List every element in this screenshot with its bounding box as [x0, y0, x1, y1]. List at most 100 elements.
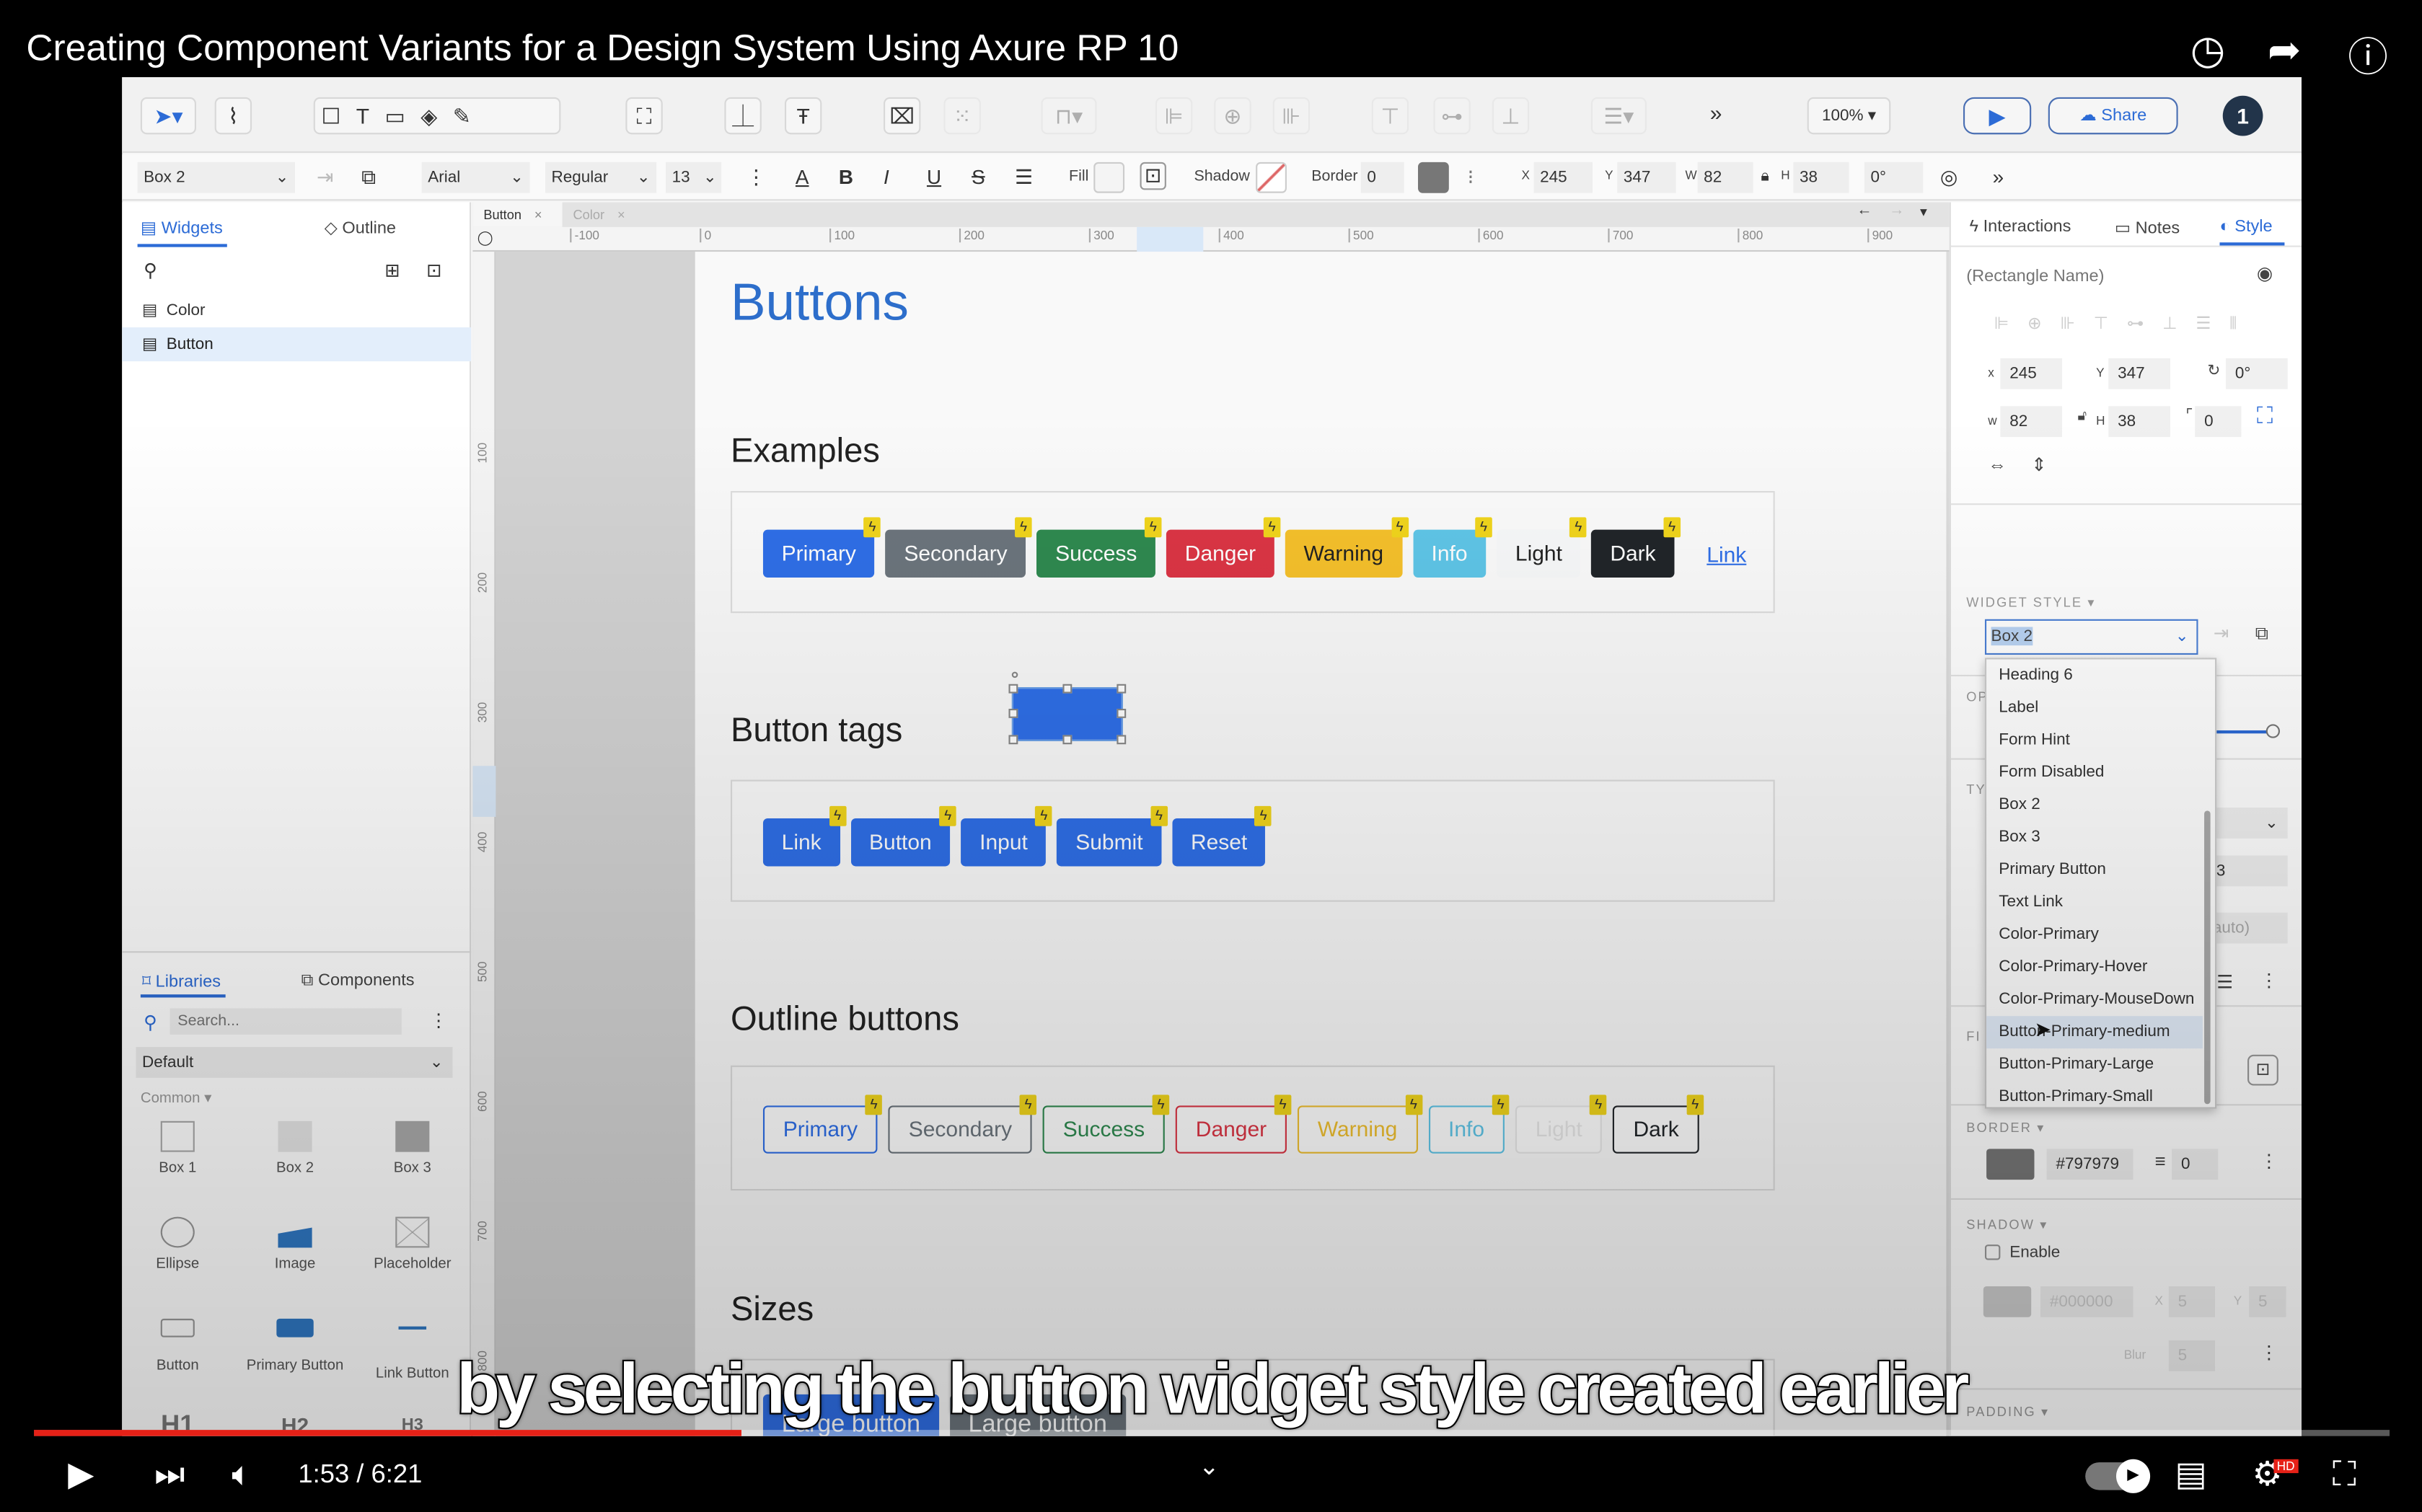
example-button-danger[interactable]: Danger ϟ — [1166, 517, 1281, 578]
example-button-warning[interactable]: Warning ϟ — [1285, 517, 1409, 578]
fit-to-content-icon[interactable]: ⛶ — [2257, 403, 2273, 429]
outline-button-secondary[interactable]: Secondary ϟ — [888, 1095, 1037, 1154]
resize-handle[interactable] — [1062, 684, 1073, 694]
example-button-light[interactable]: Light ϟ — [1497, 517, 1587, 578]
outline-button-danger[interactable]: Danger ϟ — [1175, 1095, 1292, 1154]
distribute-icon[interactable]: ☰▾ — [1590, 97, 1647, 135]
h-field[interactable]: 38 — [2108, 406, 2170, 438]
example-button-dark[interactable]: Dark ϟ — [1591, 517, 1681, 578]
tag-button-input[interactable]: Input ϟ — [961, 805, 1053, 867]
dropdown-option[interactable]: Button-Primary-medium — [1986, 1016, 2203, 1049]
align-middle-icon[interactable]: ⊶ — [1433, 97, 1471, 135]
underline-icon[interactable]: U — [927, 162, 941, 193]
example-button-secondary[interactable]: Secondary ϟ — [885, 517, 1032, 578]
close-tab-icon[interactable]: × — [534, 207, 542, 222]
user-avatar[interactable]: 1 — [2222, 95, 2263, 136]
align-bottom2-icon[interactable]: ⊥ — [1492, 97, 1530, 135]
y-field[interactable]: 347 — [1617, 162, 1676, 193]
widget-name-input[interactable] — [1966, 262, 2229, 291]
align-left-icon[interactable]: ⊫ — [1155, 97, 1193, 135]
library-select[interactable]: Default ⌄ — [136, 1047, 453, 1078]
tab-style[interactable]: ◐ Style — [2219, 218, 2272, 236]
tab-list-dropdown-icon[interactable]: ▾ — [1920, 204, 1927, 221]
tag-button-submit[interactable]: Submit ϟ — [1057, 805, 1168, 867]
fill-image-icon[interactable]: ⊡ — [1140, 162, 1166, 190]
rotation-field[interactable]: 0° — [1864, 162, 1924, 193]
resize-handle[interactable] — [1117, 735, 1127, 745]
widget-library-item[interactable]: Placeholder — [353, 1216, 471, 1273]
widget-library-item[interactable]: Ellipse — [122, 1216, 236, 1273]
shadow-color-swatch[interactable] — [1983, 1286, 2032, 1317]
more-format-button[interactable]: » — [1993, 162, 2004, 193]
unlock-aspect-icon[interactable]: 🔓︎ — [2077, 407, 2087, 425]
lock-aspect-icon[interactable]: 🔒︎ — [1761, 162, 1769, 193]
autoplay-toggle[interactable]: ▶ — [2085, 1459, 2151, 1493]
rotation-field[interactable]: 0° — [2226, 358, 2288, 389]
alignment-icons[interactable]: ⊫⊕⊪⊤⊶⊥☰⫴ — [1994, 314, 2255, 335]
style-manager-icon[interactable]: ⧉ — [2255, 622, 2268, 645]
border-width-field[interactable]: 0 — [1360, 162, 1404, 193]
align-right-icon[interactable]: ⊪ — [1272, 97, 1311, 135]
x-field[interactable]: 245 — [1533, 162, 1593, 193]
style-manager-icon[interactable]: ⧉ — [361, 162, 376, 193]
font-color-icon[interactable]: A — [796, 162, 809, 193]
select-tool-icon[interactable]: ➤▾ — [140, 97, 196, 135]
outline-button-primary[interactable]: Primary ϟ — [762, 1095, 883, 1154]
rectangle-icon[interactable]: ☐ — [321, 103, 356, 128]
connector-tool-icon[interactable]: ⌇ — [214, 97, 252, 135]
captions-icon[interactable]: ▤ — [2175, 1454, 2207, 1495]
tag-button-button[interactable]: Button ϟ — [850, 805, 957, 867]
arrange-icon[interactable]: ⊓▾ — [1041, 97, 1097, 135]
font-family-select[interactable]: Arial ⌄ — [421, 162, 530, 193]
example-button-primary[interactable]: Primary ϟ — [762, 517, 881, 578]
resize-handle[interactable] — [1117, 684, 1127, 694]
x-field[interactable]: 245 — [2000, 358, 2063, 389]
layers-icon[interactable]: ◈ — [420, 103, 453, 128]
shadow-color-swatch[interactable] — [1256, 162, 1287, 193]
outline-button-success[interactable]: Success ϟ — [1042, 1095, 1170, 1154]
dropdown-option[interactable]: Button-Primary-Large — [1986, 1048, 2203, 1081]
text-icon[interactable]: T — [356, 103, 385, 128]
strikethrough-icon[interactable]: S — [972, 162, 985, 193]
widget-library-item[interactable]: Image — [237, 1216, 354, 1273]
group-common-toggle[interactable]: Common ▾ — [141, 1090, 211, 1108]
dropdown-option[interactable]: Color-Primary-MouseDown — [1986, 983, 2203, 1016]
exit-fullscreen-icon[interactable]: ⛶ — [2333, 1454, 2356, 1495]
selected-rectangle-widget[interactable] — [1008, 671, 1127, 745]
link-button[interactable]: Link — [1707, 541, 1746, 566]
bold-icon[interactable]: B — [839, 162, 853, 193]
zoom-select[interactable]: 100% ▾ — [1807, 97, 1891, 135]
align-top-icon[interactable]: ⊤ — [1371, 97, 1409, 135]
dropdown-option[interactable]: Heading 6 — [1986, 659, 2203, 691]
border-color-swatch[interactable] — [1417, 162, 1449, 193]
tag-button-link[interactable]: Link ϟ — [762, 805, 846, 867]
text-align-icon[interactable]: ☰ — [2216, 971, 2233, 993]
dropdown-option[interactable]: Text Link — [1986, 886, 2203, 919]
resize-handle[interactable] — [1008, 735, 1018, 745]
typography-more-icon[interactable]: ⋮ — [2260, 970, 2278, 991]
share-button[interactable]: ☁ Share — [2048, 97, 2178, 135]
dropdown-option[interactable]: Box 3 — [1986, 821, 2203, 854]
font-size-select[interactable]: 13 ⌄ — [666, 162, 722, 193]
w-field[interactable]: 82 — [2000, 406, 2063, 438]
shadow-color-field[interactable]: #000000 — [2040, 1286, 2133, 1317]
dropdown-option[interactable]: Box 2 — [1986, 789, 2203, 821]
shadow-enable-checkbox[interactable] — [1984, 1244, 2001, 1260]
preview-play-button[interactable]: ▶ — [1963, 97, 2032, 135]
page-item-button[interactable]: ▤ Button — [122, 327, 472, 362]
tab-components[interactable]: ⧉ Components — [301, 971, 415, 991]
h-field[interactable]: 38 — [1793, 162, 1849, 193]
example-button-info[interactable]: Info ϟ — [1412, 517, 1492, 578]
visibility-eye-icon[interactable]: ◉ — [2257, 262, 2273, 284]
opacity-slider-handle[interactable] — [2265, 724, 2281, 738]
widget-library-item[interactable]: Box 1 — [122, 1120, 236, 1177]
corner-radius-field[interactable]: 0 — [2195, 406, 2242, 438]
tab-libraries[interactable]: ⌑ Libraries — [142, 971, 221, 991]
transform-icon[interactable]: ⌧ — [883, 97, 921, 135]
more-tools-button[interactable]: » — [1710, 100, 1722, 125]
align-bottom-icon[interactable]: ⏊ — [724, 97, 762, 135]
watch-later-clock-icon[interactable]: ◷ — [2190, 26, 2226, 74]
dropdown-option[interactable]: Button-Primary-Small — [1986, 1081, 2203, 1113]
page-item-color[interactable]: ▤ Color — [122, 293, 471, 327]
align-center-icon[interactable]: ⊕ — [1214, 97, 1251, 135]
